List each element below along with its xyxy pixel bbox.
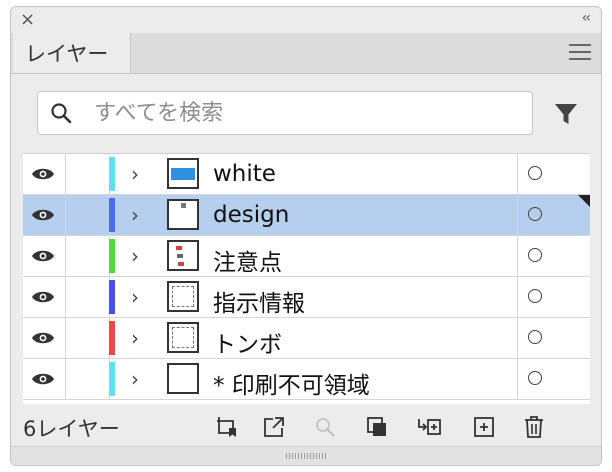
filter-icon[interactable] [553, 101, 579, 127]
layer-thumbnail [167, 363, 199, 394]
visibility-toggle[interactable] [23, 359, 66, 399]
layer-row[interactable]: › design [23, 195, 590, 236]
layer-target[interactable] [517, 359, 590, 399]
target-circle-icon [528, 289, 542, 303]
layer-row[interactable]: › 注意点 [23, 236, 590, 277]
target-circle-icon [528, 371, 542, 385]
panel-footer: 6レイヤー [11, 409, 601, 445]
layer-name[interactable]: * 印刷不可領域 [213, 366, 370, 400]
layer-thumbnail [167, 199, 199, 230]
visibility-toggle[interactable] [23, 318, 66, 358]
selection-indicator [578, 195, 590, 207]
layer-color-swatch [109, 280, 115, 314]
layer-target[interactable] [517, 154, 590, 194]
lock-toggle[interactable] [65, 236, 110, 276]
layer-row[interactable]: › トンボ [23, 318, 590, 359]
layer-color-swatch [109, 157, 115, 191]
layer-row[interactable]: › 指示情報 [23, 277, 590, 318]
lock-toggle[interactable] [65, 154, 110, 194]
locate-object-icon[interactable] [313, 415, 337, 439]
layer-color-swatch [109, 362, 115, 396]
hamburger-menu-icon[interactable] [569, 44, 591, 60]
layer-thumbnail [167, 158, 199, 189]
target-circle-icon [528, 330, 542, 344]
layer-row[interactable]: › white [23, 154, 590, 195]
chevron-right-icon[interactable]: › [131, 285, 139, 309]
layer-target[interactable] [517, 277, 590, 317]
export-icon[interactable] [262, 415, 286, 439]
layer-name[interactable]: 注意点 [213, 243, 282, 277]
layer-list: › white › design › 注意点 › 指示情報 › トンボ › * 印刷不可領域 [23, 153, 590, 404]
clipping-mask-icon[interactable] [365, 415, 389, 439]
tab-row: レイヤー [11, 33, 601, 74]
resize-grip[interactable] [11, 446, 601, 465]
lock-toggle[interactable] [65, 359, 110, 399]
lock-toggle[interactable] [65, 195, 110, 235]
double-chevron-left-icon[interactable]: ‹‹ [582, 10, 591, 26]
close-icon[interactable]: × [20, 9, 35, 30]
layer-color-swatch [109, 239, 115, 273]
target-circle-icon [528, 248, 542, 262]
trash-icon[interactable] [522, 415, 546, 439]
search-box [37, 91, 533, 135]
layer-name[interactable]: 指示情報 [213, 284, 305, 318]
search-input[interactable] [92, 97, 516, 129]
tab-layers[interactable]: レイヤー [13, 33, 131, 73]
layer-row[interactable]: › * 印刷不可領域 [23, 359, 590, 400]
lock-toggle[interactable] [65, 277, 110, 317]
new-sublayer-icon[interactable] [417, 415, 441, 439]
target-circle-icon [528, 207, 542, 221]
layer-thumbnail [167, 322, 199, 353]
layer-target[interactable] [517, 236, 590, 276]
visibility-toggle[interactable] [23, 236, 66, 276]
layer-name[interactable]: トンボ [213, 325, 282, 359]
visibility-toggle[interactable] [23, 277, 66, 317]
layer-count: 6レイヤー [23, 417, 120, 441]
chevron-right-icon[interactable]: › [131, 367, 139, 391]
chevron-right-icon[interactable]: › [131, 203, 139, 227]
target-circle-icon [528, 166, 542, 180]
layer-color-swatch [109, 198, 115, 232]
layer-color-swatch [109, 321, 115, 355]
layer-thumbnail [167, 281, 199, 312]
new-layer-icon[interactable] [472, 415, 496, 439]
tab-label: レイヤー [25, 42, 109, 66]
chevron-right-icon[interactable]: › [131, 244, 139, 268]
layer-target[interactable] [517, 318, 590, 358]
chevron-right-icon[interactable]: › [131, 326, 139, 350]
panel-titlebar: × ‹‹ [11, 7, 601, 33]
visibility-toggle[interactable] [23, 195, 66, 235]
layer-name[interactable]: white [213, 161, 276, 187]
chevron-right-icon[interactable]: › [131, 162, 139, 186]
artboard-collect-icon[interactable] [215, 415, 239, 439]
layer-thumbnail [167, 240, 199, 271]
search-icon [51, 103, 72, 124]
layers-panel: × ‹‹ レイヤー › white › design › 注意点 › 指示情報 › トンボ › * 印… [10, 6, 602, 466]
layer-name[interactable]: design [213, 202, 289, 228]
visibility-toggle[interactable] [23, 154, 66, 194]
lock-toggle[interactable] [65, 318, 110, 358]
